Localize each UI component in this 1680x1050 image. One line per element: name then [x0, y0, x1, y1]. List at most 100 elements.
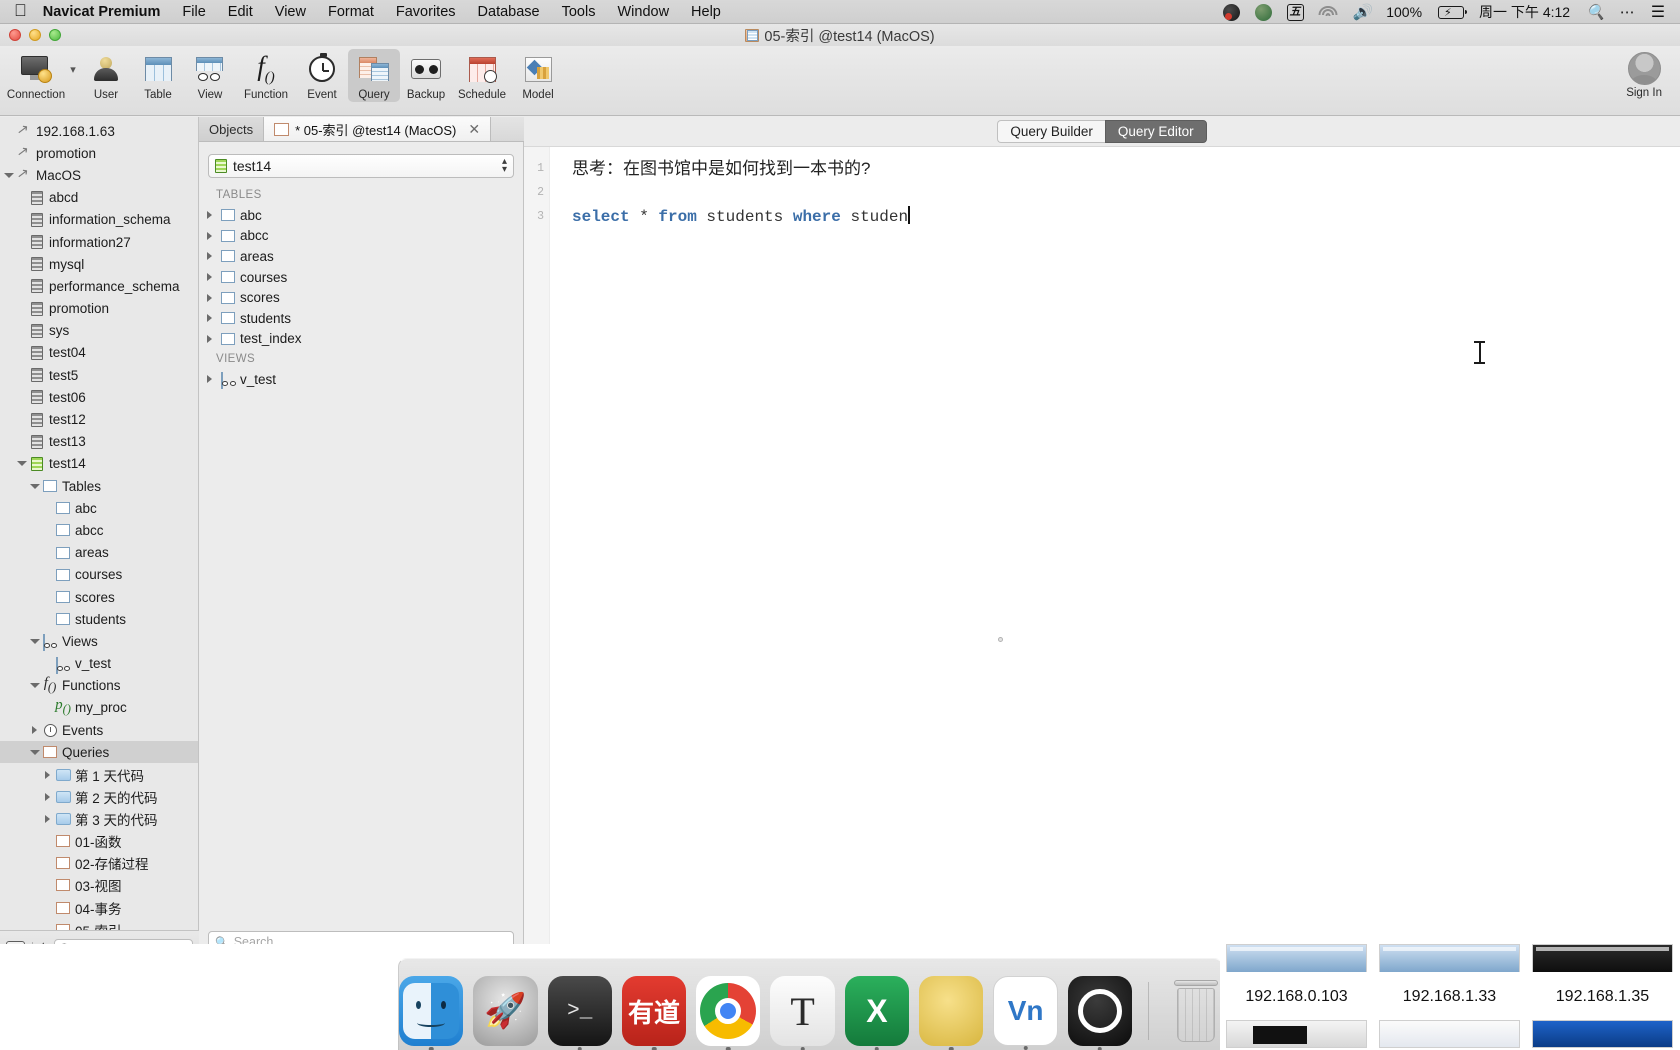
object-row[interactable]: v_test [199, 369, 523, 390]
menu-file[interactable]: File [182, 4, 205, 20]
twisty-closed[interactable] [207, 334, 221, 343]
menu-favorites[interactable]: Favorites [396, 4, 456, 20]
tree-node[interactable]: test14 [0, 453, 198, 475]
twisty-open[interactable] [28, 749, 41, 755]
wifi-icon[interactable] [1318, 5, 1338, 19]
dock-potplayer[interactable] [919, 976, 984, 1050]
tree-node[interactable]: mysql [0, 253, 198, 275]
dock-youdao[interactable]: 有道 [621, 976, 687, 1050]
object-row[interactable]: scores [199, 287, 523, 308]
tree-node[interactable]: students [0, 608, 198, 630]
twisty-closed[interactable] [207, 273, 221, 282]
menu-database[interactable]: Database [478, 4, 540, 20]
minimize-window-button[interactable] [29, 29, 41, 41]
dock-excel[interactable]: X [844, 976, 910, 1050]
twisty-open[interactable] [28, 683, 41, 689]
menu-help[interactable]: Help [691, 4, 721, 20]
tree-node[interactable]: information27 [0, 231, 198, 253]
twisty-open[interactable] [15, 461, 28, 467]
twisty-open[interactable] [28, 638, 41, 644]
sql-code-area[interactable]: 思考：在图书馆中是如何找到一本书的? select * from student… [550, 147, 1680, 968]
apple-menu-icon[interactable]:  [14, 2, 27, 19]
tree-node[interactable]: areas [0, 542, 198, 564]
tree-node[interactable]: test5 [0, 364, 198, 386]
twisty-closed[interactable] [207, 211, 221, 220]
object-row[interactable]: courses [199, 267, 523, 288]
obs-icon[interactable] [1222, 3, 1240, 21]
dock-obs[interactable] [1067, 976, 1133, 1050]
tree-node[interactable]: 03-视图 [0, 874, 198, 896]
close-window-button[interactable] [9, 29, 21, 41]
tree-node[interactable]: Events [0, 719, 198, 741]
twisty-open[interactable] [28, 483, 41, 489]
toolbar-model[interactable]: Model [512, 51, 564, 101]
tree-node[interactable]: abcd [0, 187, 198, 209]
tree-node[interactable]: scores [0, 586, 198, 608]
menu-format[interactable]: Format [328, 4, 374, 20]
list-icon[interactable]: ☰ [1651, 2, 1665, 22]
battery-charging-icon[interactable]: ⚡ [1438, 5, 1468, 19]
tree-node[interactable]: promotion [0, 298, 198, 320]
tree-node[interactable]: test06 [0, 386, 198, 408]
tree-node[interactable]: 第 1 天代码 [0, 763, 198, 785]
tree-node[interactable]: 02-存储过程 [0, 852, 198, 874]
tree-node[interactable]: 05-索引 [0, 919, 198, 930]
maximize-window-button[interactable] [49, 29, 61, 41]
twisty-closed[interactable] [207, 375, 221, 384]
tree-node[interactable]: sys [0, 320, 198, 342]
tree-node[interactable]: f() Functions [0, 675, 198, 697]
toolbar-backup[interactable]: Backup [400, 51, 452, 101]
tree-node[interactable]: 04-事务 [0, 897, 198, 919]
clock-label[interactable]: 周一 下午 4:12 [1479, 2, 1570, 22]
tab-objects[interactable]: Objects [199, 117, 265, 141]
tree-node[interactable]: test12 [0, 408, 198, 430]
tab-query-builder[interactable]: Query Builder [997, 120, 1105, 143]
tree-node[interactable]: performance_schema [0, 275, 198, 297]
menu-window[interactable]: Window [617, 4, 669, 20]
tree-node[interactable]: p() my_proc [0, 697, 198, 719]
twisty-closed[interactable] [41, 792, 54, 801]
toolbar-schedule[interactable]: Schedule [452, 51, 512, 101]
tab-query-05-index[interactable]: * 05-索引 @test14 (MacOS) ✕ [264, 117, 492, 141]
objects-list[interactable]: TABLES abc abcc areas courses scores students t… [199, 185, 523, 931]
tree-node[interactable]: 192.168.1.63 [0, 120, 198, 142]
toolbar-table[interactable]: Table [132, 51, 184, 101]
toolbar-connection[interactable]: Connection [6, 51, 66, 101]
tree-node[interactable]: 第 3 天的代码 [0, 808, 198, 830]
menu-app-name[interactable]: Navicat Premium [43, 4, 161, 20]
tree-node[interactable]: abcc [0, 519, 198, 541]
twisty-open[interactable] [2, 172, 15, 178]
tree-node[interactable]: abc [0, 497, 198, 519]
toolbar-event[interactable]: Event [296, 51, 348, 101]
tree-node[interactable]: 01-函数 [0, 830, 198, 852]
twisty-closed[interactable] [207, 293, 221, 302]
sign-in-button[interactable]: Sign In [1626, 52, 1662, 99]
close-icon[interactable]: ✕ [468, 121, 480, 138]
dock-launchpad[interactable]: 🚀 [473, 976, 538, 1046]
tree-node[interactable]: v_test [0, 653, 198, 675]
menu-edit[interactable]: Edit [228, 4, 253, 20]
object-row[interactable]: abcc [199, 226, 523, 247]
tree-node[interactable]: test04 [0, 342, 198, 364]
tree-node[interactable]: test13 [0, 431, 198, 453]
connection-tree[interactable]: 192.168.1.63 promotion MacOS abcd informatio… [0, 120, 198, 930]
ime-icon[interactable]: 五 [1286, 3, 1304, 21]
toolbar-query[interactable]: Query [348, 49, 400, 102]
dock-typora[interactable]: T [770, 976, 835, 1050]
menu-tools[interactable]: Tools [562, 4, 596, 20]
twisty-closed[interactable] [207, 314, 221, 323]
tree-node[interactable]: promotion [0, 142, 198, 164]
twisty-closed[interactable] [41, 770, 54, 779]
tab-query-editor[interactable]: Query Editor [1104, 120, 1207, 143]
tree-node[interactable]: Queries [0, 741, 198, 764]
twisty-closed[interactable] [207, 252, 221, 261]
dock-trash[interactable] [1165, 980, 1222, 1046]
dock-chrome[interactable] [696, 976, 761, 1050]
toolbar-view[interactable]: View [184, 51, 236, 101]
twisty-closed[interactable] [28, 726, 41, 735]
tree-node[interactable]: courses [0, 564, 198, 586]
menu-view[interactable]: View [275, 4, 306, 20]
toolbar-function[interactable]: f() Function [236, 51, 296, 101]
object-row[interactable]: abc [199, 205, 523, 226]
object-row[interactable]: test_index [199, 329, 523, 350]
